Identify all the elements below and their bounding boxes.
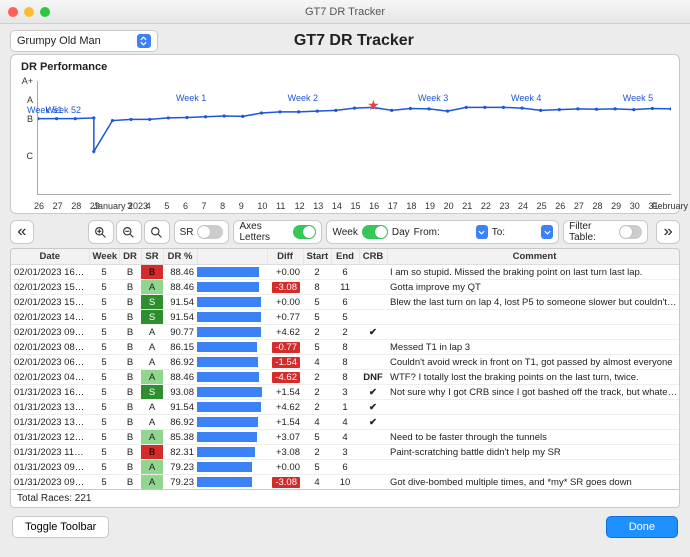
col-start[interactable]: Start [303,249,331,265]
chart-panel: DR Performance ★ A+ABC26272829January 20… [10,54,680,214]
prev-page-button[interactable]: « [10,220,34,244]
col-end[interactable]: End [331,249,359,265]
col-crb[interactable]: CRB [359,249,387,265]
filter-toggle[interactable] [619,225,642,239]
filter-label: Filter Table: [569,221,615,243]
table-row[interactable]: 02/01/2023 06:225BA86.92-1.5448Couldn't … [11,355,680,370]
table-row[interactable]: 02/01/2023 15:425BA88.46-3.08811Gotta im… [11,280,680,295]
week-label: Week [332,227,357,238]
toggle-toolbar-button[interactable]: Toggle Toolbar [12,516,109,538]
table-row[interactable]: 02/01/2023 14:425BS91.54+0.7755 [11,310,680,325]
zoom-out-button[interactable] [116,220,142,244]
filter-table-group: Filter Table: [563,220,648,244]
day-label: Day [392,227,410,238]
col-sr[interactable]: SR [141,249,163,265]
axes-letters-group: Axes Letters [233,220,322,244]
titlebar: GT7 DR Tracker [0,0,690,24]
table-row[interactable]: 02/01/2023 16:425BB88.46+0.0026I am so s… [11,265,680,280]
col-date[interactable]: Date [11,249,89,265]
zoom-fit-button[interactable] [144,220,170,244]
week-day-group: Week Day From: To: [326,220,559,244]
profile-select-value: Grumpy Old Man [17,35,101,47]
sr-toggle[interactable] [197,225,223,239]
next-page-button[interactable]: » [656,220,680,244]
table-row[interactable]: 02/01/2023 08:225BA86.15-0.7758Messed T1… [11,340,680,355]
to-label: To: [492,227,505,238]
table-row[interactable]: 01/31/2023 13:225BA86.92+1.5444✔ [11,415,680,430]
sr-label: SR [180,227,194,238]
table-row[interactable]: 02/01/2023 04:085BA88.46-4.6228DNFWTF? I… [11,370,680,385]
chart-plot-area[interactable]: ★ [37,81,671,195]
chart-title: DR Performance [11,55,679,73]
col-dr-[interactable]: DR % [163,249,197,265]
table-row[interactable]: 01/31/2023 09:425BA79.23+0.0056 [11,460,680,475]
from-input[interactable] [444,224,472,240]
updown-icon [137,34,151,48]
zoom-in-button[interactable] [88,220,114,244]
table-row[interactable]: 01/31/2023 12:025BA85.38+3.0754Need to b… [11,430,680,445]
done-button[interactable]: Done [606,516,678,538]
race-table[interactable]: DateWeekDRSRDR %DiffStartEndCRBComment02… [10,248,680,490]
axes-letters-toggle[interactable] [293,225,316,239]
table-row[interactable]: 01/31/2023 13:495BA91.54+4.6221✔ [11,400,680,415]
window-title: GT7 DR Tracker [0,6,690,18]
from-dropdown[interactable] [476,225,488,239]
table-row[interactable]: 01/31/2023 11:435BB82.31+3.0823Paint-scr… [11,445,680,460]
highlight-star-icon: ★ [367,97,380,114]
col-diff[interactable]: Diff [267,249,303,265]
axes-letters-label: Axes Letters [239,221,289,243]
chart-line [38,81,671,194]
table-row[interactable]: 01/31/2023 09:225BA79.23-3.08410Got dive… [11,475,680,490]
sr-toggle-group: SR [174,220,230,244]
profile-select[interactable]: Grumpy Old Man [10,30,158,52]
col-week[interactable]: Week [89,249,119,265]
app-title: GT7 DR Tracker [158,32,550,50]
table-row[interactable]: 01/31/2023 16:045BS93.08+1.5423✔Not sure… [11,385,680,400]
week-day-toggle[interactable] [362,225,388,239]
to-dropdown[interactable] [541,225,553,239]
table-row[interactable]: 02/01/2023 09:025BA90.77+4.6222✔ [11,325,680,340]
bottom-bar: Toggle Toolbar Done [0,508,690,546]
from-label: From: [414,227,440,238]
table-row[interactable]: 02/01/2023 15:025BS91.54+0.0056Blew the … [11,295,680,310]
table-footer: Total Races: 221 [10,490,680,508]
col-dr[interactable]: DR [119,249,141,265]
toolbar: « SR Axes Letters Week Day From: To: Fil… [10,220,680,244]
to-input[interactable] [509,224,537,240]
col-comment[interactable]: Comment [387,249,680,265]
col-bar[interactable] [197,249,267,265]
